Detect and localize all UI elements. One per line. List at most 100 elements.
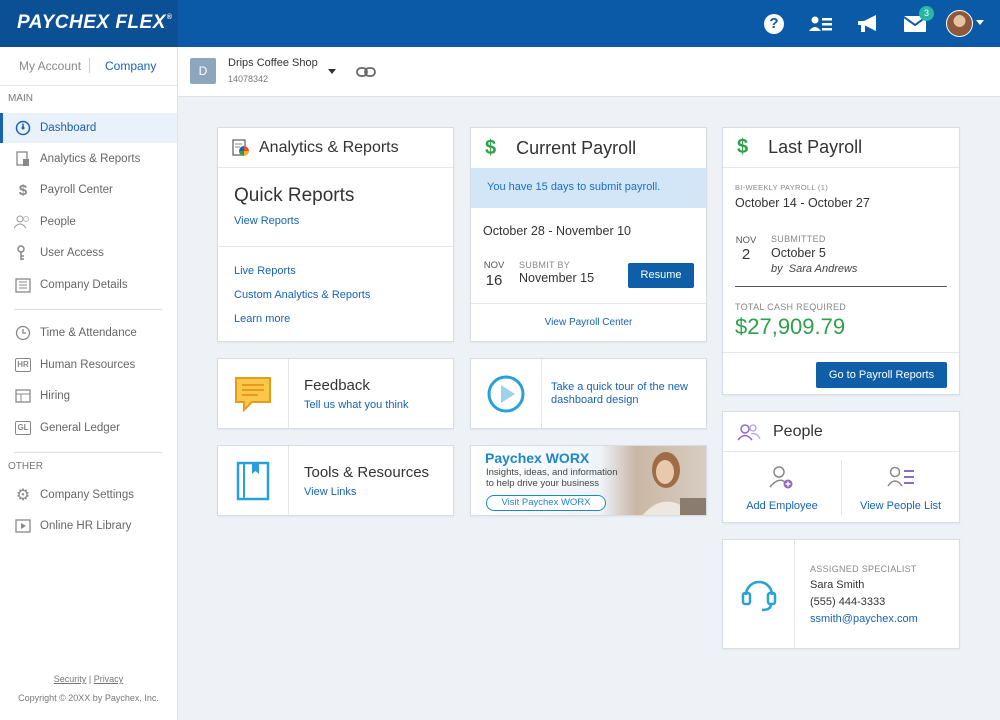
brand-mark: ® <box>166 14 173 21</box>
current-payroll-title: Current Payroll <box>516 137 637 158</box>
brand-name: PAYCHEX FLEX <box>17 12 166 33</box>
gl-tag: GL <box>15 421 31 435</box>
user-avatar[interactable] <box>946 10 973 37</box>
tour-card[interactable]: Take a quick tour of the new dashboard d… <box>470 358 707 429</box>
book-icon <box>218 446 289 515</box>
people-icon <box>14 213 32 231</box>
worx-title: Paychex WORX <box>485 450 590 466</box>
footer-separator: | <box>88 674 92 684</box>
view-people-action[interactable]: View People List <box>842 452 959 522</box>
sidebar-item-time-attendance[interactable]: Time & Attendance <box>0 318 177 348</box>
view-payroll-center-link[interactable]: View Payroll Center <box>471 317 706 328</box>
gl-icon: GL <box>14 419 32 437</box>
sidebar-item-hiring[interactable]: Hiring <box>0 381 177 411</box>
quick-reports-title: Quick Reports <box>234 185 355 206</box>
tab-my-account[interactable]: My Account <box>19 59 81 73</box>
specialist-phone: (555) 444-3333 <box>810 596 886 608</box>
sidebar-divider <box>14 452 162 453</box>
sidebar-item-label: Analytics & Reports <box>40 153 141 165</box>
sidebar-item-general-ledger[interactable]: GL General Ledger <box>0 413 177 443</box>
section-main-label: MAIN <box>8 93 33 104</box>
chevron-down-icon[interactable] <box>976 20 984 25</box>
last-payroll-card: $ Last Payroll BI-WEEKLY PAYROLL (1) Oct… <box>722 127 960 395</box>
sidebar-item-online-hr-library[interactable]: Online HR Library <box>0 511 177 541</box>
live-reports-link[interactable]: Live Reports <box>234 265 296 277</box>
submitted-by-name: Sara Andrews <box>788 263 858 275</box>
company-bar: D Drips Coffee Shop 14078342 <box>178 47 1000 97</box>
worx-tagline: Insights, ideas, and information to help… <box>486 467 618 489</box>
current-payroll-period: October 28 - November 10 <box>483 224 631 238</box>
sidebar-item-label: Hiring <box>40 390 71 402</box>
tab-separator <box>89 58 90 73</box>
help-icon[interactable]: ? <box>762 12 786 36</box>
analytics-divider <box>218 246 453 247</box>
tour-link[interactable]: Take a quick tour of the new dashboard d… <box>551 381 701 407</box>
feedback-icon <box>218 359 289 428</box>
feedback-card[interactable]: Feedback Tell us what you think <box>217 358 454 429</box>
privacy-link[interactable]: Privacy <box>94 674 124 684</box>
company-name: Drips Coffee Shop <box>228 57 318 69</box>
hr-icon: HR <box>14 356 32 374</box>
sidebar-item-label: Payroll Center <box>40 184 113 196</box>
current-payroll-card: $ Current Payroll You have 15 days to su… <box>470 127 707 342</box>
company-avatar: D <box>190 58 216 84</box>
link-icon[interactable] <box>356 65 376 79</box>
view-reports-link[interactable]: View Reports <box>234 215 299 227</box>
gear-icon: ⚙ <box>15 487 31 504</box>
copyright: Copyright © 20XX by Paychex, Inc. <box>18 693 159 703</box>
security-link[interactable]: Security <box>54 674 87 684</box>
payroll-frequency: BI-WEEKLY PAYROLL (1) <box>735 183 828 192</box>
worx-woman-image <box>636 446 706 515</box>
cash-divider <box>735 286 947 287</box>
company-switcher-chevron-icon[interactable] <box>328 69 336 74</box>
company-id: 14078342 <box>228 74 269 84</box>
view-people-list-link[interactable]: View People List <box>842 500 959 512</box>
worx-banner[interactable]: Paychex WORX Insights, ideas, and inform… <box>470 445 707 516</box>
people-list-icon <box>887 466 915 493</box>
sidebar-item-label: Time & Attendance <box>40 327 137 339</box>
people-card-title: People <box>773 422 823 440</box>
sidebar-item-user-access[interactable]: User Access <box>0 238 177 268</box>
last-payroll-header: $ Last Payroll <box>723 128 959 168</box>
brand-logo[interactable]: PAYCHEX FLEX® <box>0 0 178 47</box>
visit-worx-button[interactable]: Visit Paychex WORX <box>486 495 606 511</box>
submitted-label: SUBMITTED <box>771 234 826 244</box>
sidebar-item-label: Company Settings <box>40 489 134 501</box>
clock-icon <box>14 324 32 342</box>
resume-button[interactable]: Resume <box>628 263 694 288</box>
view-links-link[interactable]: View Links <box>304 486 356 498</box>
sidebar-item-label: General Ledger <box>40 422 120 434</box>
sidebar-item-payroll-center[interactable]: $ Payroll Center <box>0 175 177 205</box>
add-employee-action[interactable]: Add Employee <box>723 452 841 522</box>
sidebar-item-people[interactable]: People <box>0 207 177 237</box>
feedback-link[interactable]: Tell us what you think <box>304 399 409 411</box>
mail-icon[interactable]: 3 <box>903 6 934 36</box>
sidebar-item-human-resources[interactable]: HR Human Resources <box>0 350 177 380</box>
sidebar-item-analytics[interactable]: Analytics & Reports <box>0 144 177 174</box>
sidebar-item-company-settings[interactable]: ⚙ Company Settings <box>0 480 177 510</box>
sidebar-item-company-details[interactable]: Company Details <box>0 270 177 300</box>
go-to-payroll-reports-button[interactable]: Go to Payroll Reports <box>816 362 947 388</box>
total-cash-label: TOTAL CASH REQUIRED <box>735 302 847 312</box>
account-tabs: My Account Company <box>0 47 177 86</box>
megaphone-icon[interactable] <box>856 12 880 36</box>
specialist-name: Sara Smith <box>810 579 865 591</box>
mail-count-badge: 3 <box>919 6 934 21</box>
top-bar: PAYCHEX FLEX® ? 3 <box>0 0 1000 47</box>
specialist-card: ASSIGNED SPECIALIST Sara Smith (555) 444… <box>722 539 960 649</box>
tools-card[interactable]: Tools & Resources View Links <box>217 445 454 516</box>
dollar-icon: $ <box>485 136 497 159</box>
contacts-icon[interactable] <box>809 12 833 36</box>
sidebar-item-dashboard[interactable]: Dashboard <box>0 113 177 143</box>
footer-links: Security | Privacy <box>0 674 177 684</box>
worx-line-1: Insights, ideas, and information <box>486 467 618 478</box>
learn-more-link[interactable]: Learn more <box>234 313 290 325</box>
custom-analytics-link[interactable]: Custom Analytics & Reports <box>234 289 370 301</box>
tab-company[interactable]: Company <box>105 59 156 73</box>
dollar-icon: $ <box>18 181 28 199</box>
analytics-report-icon <box>232 138 250 157</box>
sidebar: My Account Company MAIN Dashboard Analyt… <box>0 47 178 720</box>
specialist-email-link[interactable]: ssmith@paychex.com <box>810 613 918 625</box>
total-cash-amount: $27,909.79 <box>735 314 846 339</box>
add-employee-link[interactable]: Add Employee <box>723 500 841 512</box>
